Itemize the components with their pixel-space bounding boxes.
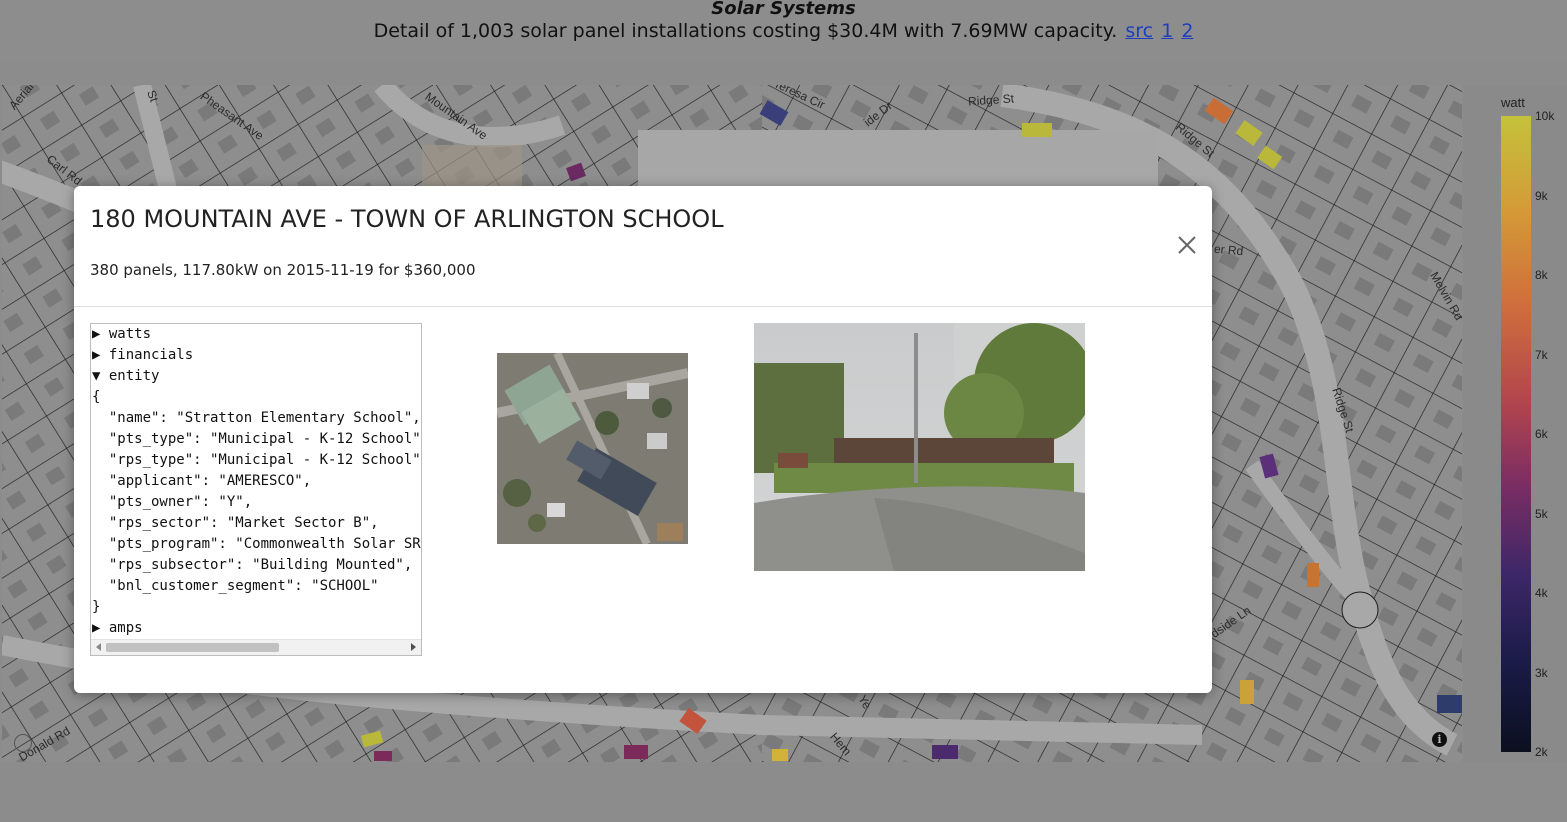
json-line: "applicant": "AMERESCO", [92, 473, 312, 489]
legend-tick: 5k [1535, 507, 1548, 521]
installation-detail-modal: 180 MOUNTAIN AVE - TOWN OF ARLINGTON SCH… [74, 186, 1212, 693]
page-header: Solar Systems Detail of 1,003 solar pane… [0, 0, 1567, 60]
json-line: "rps_sector": "Market Sector B", [92, 515, 379, 531]
street-view-photo [754, 323, 1085, 571]
legend-title: watt [1501, 95, 1525, 110]
json-line: "pts_type": "Municipal - K-12 School", [92, 431, 422, 447]
json-lines: ▶ watts ▶ financials ▼ entity { "name": … [92, 324, 422, 639]
aerial-photo-drawing [497, 353, 688, 544]
modal-subtitle: 380 panels, 117.80kW on 2015-11-19 for $… [90, 261, 476, 279]
close-icon-glyph [1178, 236, 1196, 254]
street-view-photo-drawing [754, 323, 1085, 571]
legend-tick: 2k [1535, 745, 1548, 759]
json-line: "rps_type": "Municipal - K-12 School", [92, 452, 422, 468]
page-title: Solar Systems [711, 0, 856, 19]
map-logo-icon [14, 734, 32, 752]
json-toggle-amps[interactable]: ▶ amps [92, 618, 421, 639]
json-line: } [92, 599, 101, 615]
close-icon[interactable] [1174, 232, 1200, 258]
json-line: "rps_subsector": "Building Mounted", [92, 557, 413, 573]
scrollbar-thumb[interactable] [106, 643, 279, 652]
info-icon[interactable]: i [1432, 732, 1447, 747]
src-link[interactable]: src [1125, 20, 1153, 42]
json-toggle-watts[interactable]: ▶ watts [92, 324, 421, 345]
page-subtitle: Detail of 1,003 solar panel installation… [0, 20, 1567, 42]
json-line: "bnl_customer_segment": "SCHOOL" [92, 578, 379, 594]
street-label: er Rd [1213, 241, 1244, 259]
legend-tick: 6k [1535, 427, 1548, 441]
legend-color-bar [1501, 116, 1531, 752]
horizontal-scrollbar[interactable] [91, 639, 421, 655]
legend-tick: 3k [1535, 666, 1548, 680]
link-2[interactable]: 2 [1181, 20, 1193, 42]
page-footer [0, 762, 1567, 822]
scroll-left-icon[interactable] [96, 643, 101, 651]
legend-tick: 9k [1535, 189, 1548, 203]
legend-tick: 4k [1535, 586, 1548, 600]
aerial-photo [497, 353, 688, 544]
legend-tick: 7k [1535, 348, 1548, 362]
modal-divider [74, 306, 1212, 307]
legend-tick: 8k [1535, 268, 1548, 282]
json-toggle-entity[interactable]: ▼ entity [92, 366, 421, 387]
json-line: { [92, 389, 101, 405]
json-line: "pts_owner": "Y", [92, 494, 253, 510]
modal-title: 180 MOUNTAIN AVE - TOWN OF ARLINGTON SCH… [90, 205, 724, 233]
scroll-right-icon[interactable] [411, 643, 416, 651]
json-toggle-financials[interactable]: ▶ financials [92, 345, 421, 366]
legend-tick: 10k [1535, 109, 1555, 123]
json-line: "pts_program": "Commonwealth Solar SREC"… [92, 536, 422, 552]
summary-text: Detail of 1,003 solar panel installation… [373, 20, 1118, 42]
link-1[interactable]: 1 [1161, 20, 1173, 42]
json-line: "name": "Stratton Elementary School", [92, 410, 421, 426]
json-viewer[interactable]: ▶ watts ▶ financials ▼ entity { "name": … [90, 323, 422, 656]
